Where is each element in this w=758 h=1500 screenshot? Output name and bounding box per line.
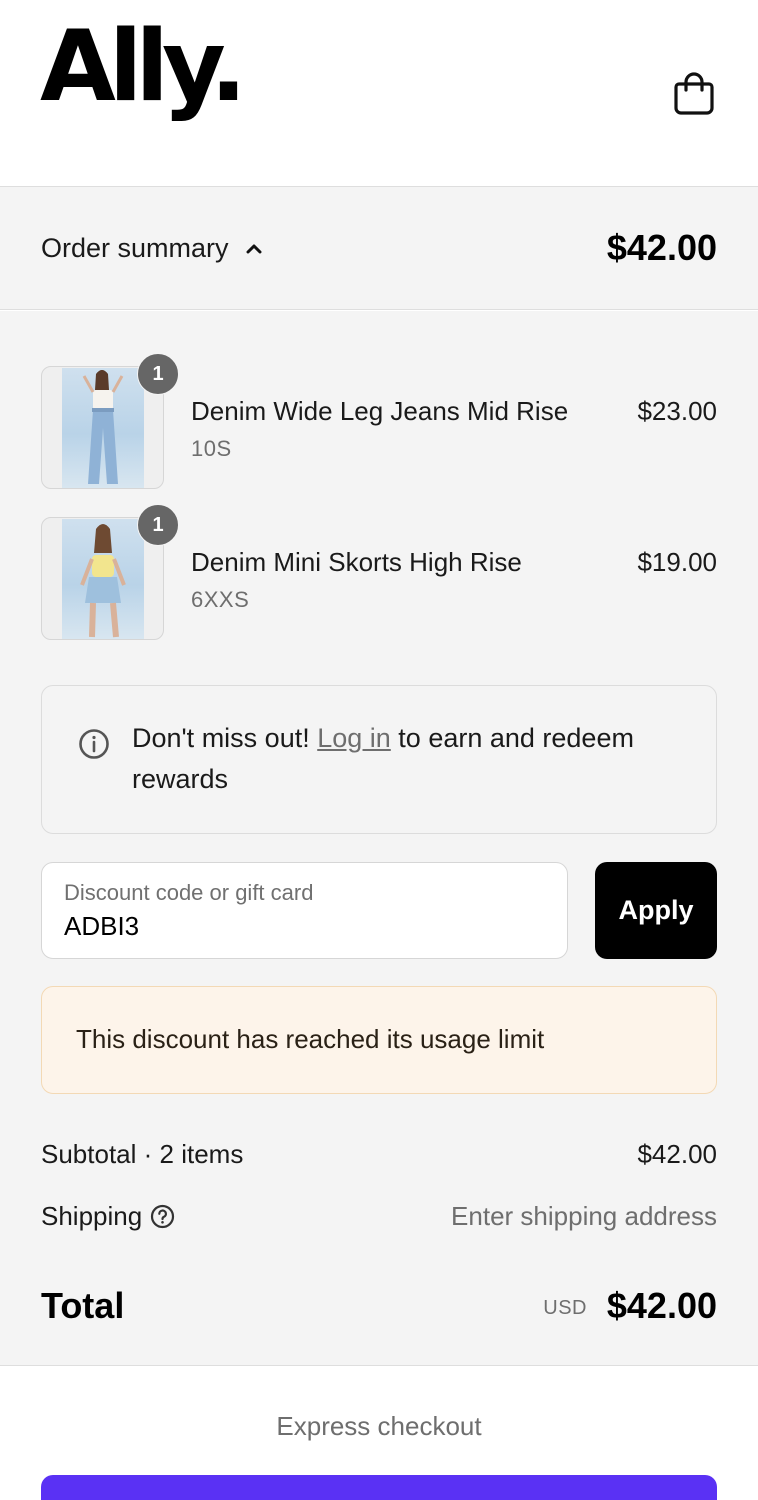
total-label: Total (41, 1285, 125, 1326)
line-item: 1 Denim Wide Leg Jeans Mid Rise 10S $23.… (41, 353, 717, 490)
currency-code: USD (543, 1297, 587, 1319)
rewards-notice: Don't miss out! Log in to earn and redee… (41, 685, 717, 834)
product-price: $23.00 (637, 396, 717, 426)
discount-field-label: Discount code or gift card (64, 880, 314, 905)
quantity-badge: 1 (137, 353, 179, 395)
discount-code-field[interactable]: Discount code or gift card ADBI3 (41, 862, 568, 959)
discount-error-banner: This discount has reached its usage limi… (41, 986, 717, 1094)
chevron-up-icon (246, 244, 262, 253)
order-summary-panel: 1 Denim Wide Leg Jeans Mid Rise 10S $23.… (0, 311, 758, 1366)
brand-logo[interactable]: Ally. (40, 18, 247, 116)
login-link[interactable]: Log in (317, 723, 391, 753)
order-summary-total: $42.00 (606, 227, 717, 268)
express-checkout-label: Express checkout (276, 1411, 482, 1441)
product-thumbnail: 1 (41, 504, 179, 640)
product-variant: 10S (191, 436, 232, 461)
product-variant: 6XXS (191, 587, 250, 612)
express-checkout-section: Express checkout (0, 1367, 758, 1500)
shipping-value: Enter shipping address (451, 1201, 717, 1231)
product-image-skort (80, 524, 126, 638)
rewards-message: Don't miss out! Log in to earn and redee… (132, 718, 692, 800)
product-image-jeans (82, 370, 124, 484)
rewards-prefix: Don't miss out! (132, 723, 318, 753)
site-header: Ally. (0, 0, 758, 187)
subtotal-row: Subtotal · 2 items $42.00 (41, 1139, 717, 1179)
total-row: Total USD $42.00 (41, 1285, 717, 1329)
discount-field-value[interactable]: ADBI3 (64, 911, 139, 942)
shipping-label: Shipping (41, 1201, 143, 1231)
order-summary-label: Order summary (41, 233, 229, 263)
discount-error-message: This discount has reached its usage limi… (76, 1024, 545, 1054)
product-price: $19.00 (637, 547, 717, 577)
total-value: $42.00 (606, 1285, 717, 1326)
shipping-row: Shipping Enter shipping address (41, 1201, 717, 1241)
subtotal-label: Subtotal · 2 items (41, 1139, 244, 1169)
express-pay-button[interactable] (41, 1475, 717, 1500)
product-thumbnail: 1 (41, 353, 179, 489)
apply-discount-button[interactable]: Apply (595, 862, 717, 959)
product-name: Denim Wide Leg Jeans Mid Rise (191, 396, 569, 426)
quantity-badge: 1 (137, 504, 179, 546)
info-icon (79, 729, 109, 759)
line-item: 1 Denim Mini Skorts High Rise 6XXS $19.0… (41, 504, 717, 641)
subtotal-value: $42.00 (637, 1139, 717, 1169)
shipping-label-group: Shipping (41, 1201, 175, 1232)
order-summary-bar: Order summary $42.00 (0, 187, 758, 310)
question-circle-icon[interactable] (150, 1204, 175, 1229)
shopping-bag-icon[interactable] (672, 70, 716, 116)
order-summary-toggle[interactable]: Order summary (41, 233, 265, 264)
product-name: Denim Mini Skorts High Rise (191, 547, 522, 577)
